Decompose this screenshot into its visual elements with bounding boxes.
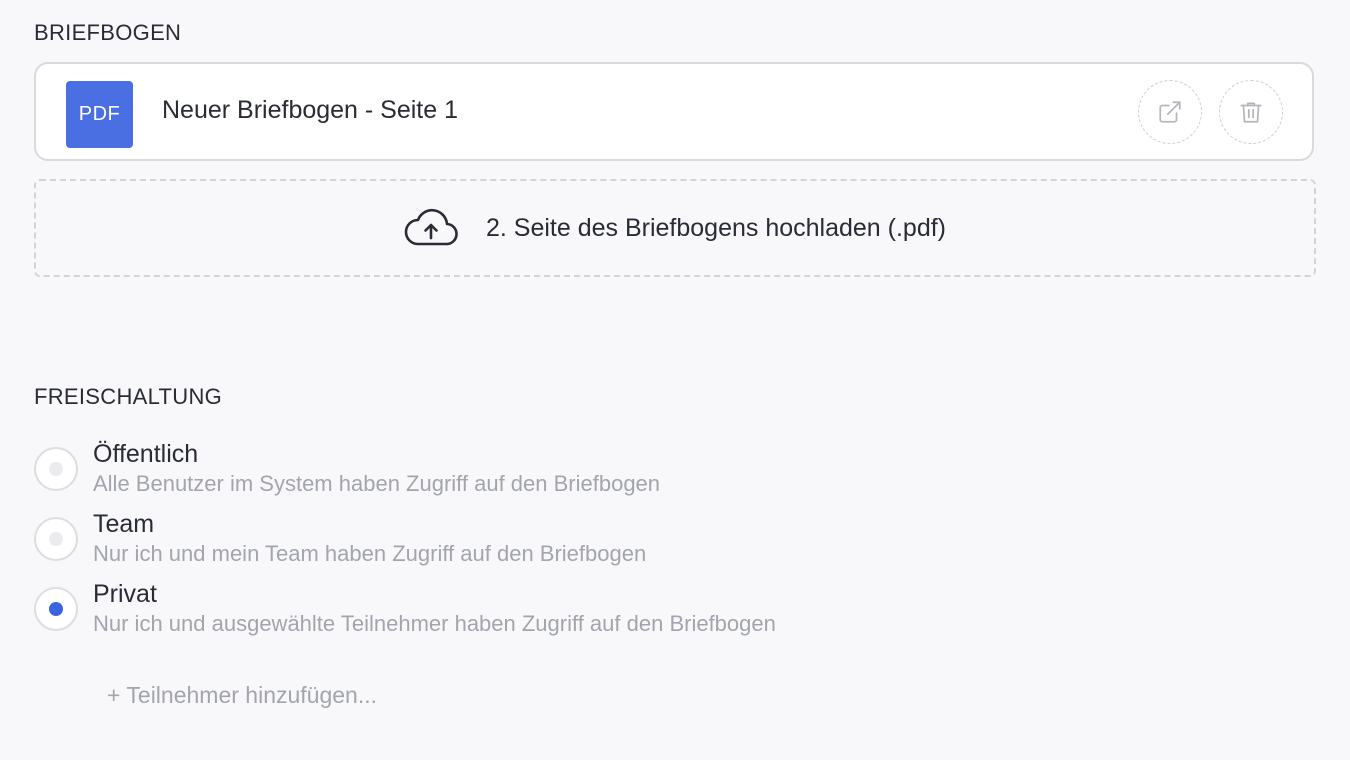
radio-button-public[interactable] [34,447,78,491]
radio-button-team[interactable] [34,517,78,561]
file-name: Neuer Briefbogen - Seite 1 [162,96,459,124]
upload-label: 2. Seite des Briefbogens hochladen (.pdf… [485,213,947,242]
trash-icon [1240,102,1262,123]
add-participant-link[interactable]: + Teilnehmer hinzufügen... [107,682,377,709]
access-option-public[interactable]: Öffentlich Alle Benutzer im System haben… [34,440,934,500]
upload-second-page-dropzone[interactable]: 2. Seite des Briefbogens hochladen (.pdf… [34,179,1316,277]
section-title-briefbogen: BRIEFBOGEN [34,20,182,45]
radio-dot-private [49,602,63,616]
access-option-label: Öffentlich [93,440,199,468]
external-link-icon [1159,101,1181,123]
access-option-team[interactable]: Team Nur ich und mein Team haben Zugriff… [34,510,934,570]
access-option-label: Team [93,510,155,538]
cloud-upload-icon [404,208,458,246]
radio-dot-public [49,462,63,476]
access-option-private[interactable]: Privat Nur ich und ausgewählte Teilnehme… [34,580,934,640]
section-title-freischaltung: FREISCHALTUNG [34,384,223,409]
open-file-button[interactable] [1138,80,1202,144]
letterhead-file-card: PDF Neuer Briefbogen - Seite 1 [34,62,1314,161]
pdf-file-icon: PDF [66,81,133,148]
radio-button-private[interactable] [34,587,78,631]
access-option-description: Nur ich und mein Team haben Zugriff auf … [93,541,647,566]
radio-dot-team [49,532,63,546]
access-option-description: Alle Benutzer im System haben Zugriff au… [93,471,661,496]
access-option-description: Nur ich und ausgewählte Teilnehmer haben… [93,611,776,636]
access-option-label: Privat [93,580,157,608]
delete-file-button[interactable] [1219,80,1283,144]
